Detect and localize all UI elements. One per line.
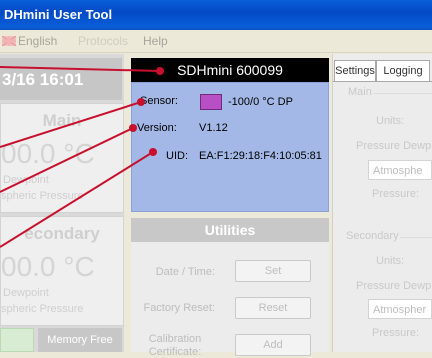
callout-line-header [0,66,161,72]
callout-dot-version [129,124,137,132]
callout-dot-sensor [137,98,145,106]
callout-dot-uid [149,148,157,156]
callout-dot-header [156,67,164,75]
annotation-overlay [0,66,164,248]
callout-line-uid [0,151,154,248]
callout-line-sensor [0,101,142,148]
callout-line-version [0,127,134,193]
